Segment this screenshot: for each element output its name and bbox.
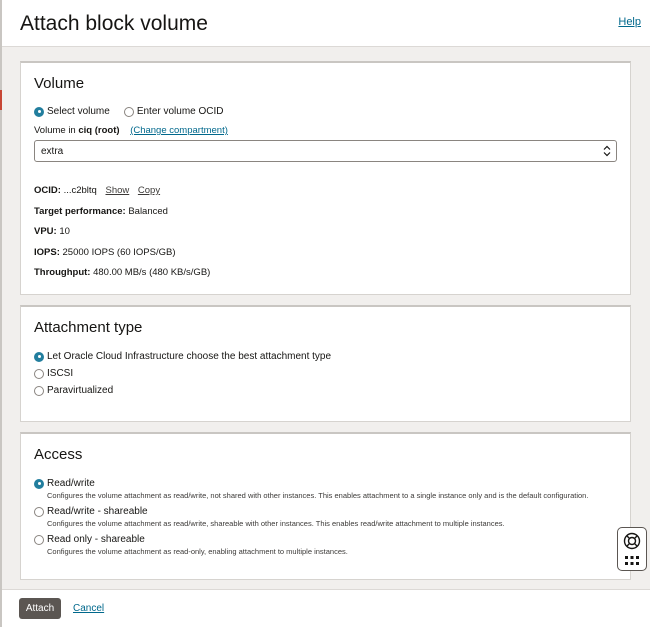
ocid-row: OCID: ...c2bltq Show Copy — [34, 185, 160, 196]
access-title: Access — [34, 446, 83, 463]
compartment-line: Volume in ciq (root) (Change compartment… — [34, 125, 228, 136]
radio-access-read-only-shareable-label: Read only - shareable — [47, 534, 145, 545]
radio-attachment-paravirtualized-label: Paravirtualized — [47, 385, 114, 396]
volume-select[interactable]: extra — [34, 140, 617, 162]
volume-section: Volume Select volume Enter volume OCID V… — [20, 61, 631, 295]
ocid-show-link[interactable]: Show — [105, 185, 129, 196]
help-widget[interactable] — [617, 527, 647, 571]
radio-access-read-write-shareable-label: Read/write - shareable — [47, 506, 148, 517]
grid-dots-icon — [625, 556, 639, 565]
vpu-row: VPU: 10 — [34, 226, 70, 237]
attachment-type-section: Attachment type Let Oracle Cloud Infrast… — [20, 305, 631, 422]
cancel-link[interactable]: Cancel — [73, 603, 104, 614]
panel-header: Attach block volume Help — [2, 0, 650, 47]
access-read-write-description: Configures the volume attachment as read… — [47, 491, 589, 500]
target-performance-value: Balanced — [128, 206, 168, 217]
radio-access-read-write[interactable]: Read/write — [34, 478, 95, 489]
radio-enter-volume-ocid-label: Enter volume OCID — [136, 106, 224, 117]
attach-button[interactable]: Attach — [19, 598, 61, 619]
vpu-label: VPU: — [34, 226, 57, 237]
access-section: Access Read/write Configures the volume … — [20, 432, 631, 580]
compartment-name: ciq (root) — [78, 125, 120, 136]
chevron-up-down-icon — [603, 145, 611, 157]
radio-access-read-write-label: Read/write — [47, 478, 95, 489]
radio-access-read-write-shareable-indicator[interactable] — [34, 506, 44, 517]
help-link[interactable]: Help — [618, 16, 641, 28]
radio-access-read-only-shareable-indicator[interactable] — [34, 534, 44, 545]
radio-attachment-iscsi[interactable]: ISCSI — [34, 368, 73, 379]
radio-access-read-write-indicator[interactable] — [34, 478, 44, 489]
radio-select-volume-label: Select volume — [47, 106, 110, 117]
throughput-value: 480.00 MB/s (480 KB/s/GB) — [93, 267, 211, 278]
radio-attachment-auto-indicator[interactable] — [34, 351, 44, 362]
radio-attachment-auto-label: Let Oracle Cloud Infrastructure choose t… — [47, 351, 332, 362]
panel-footer: Attach Cancel — [2, 589, 650, 627]
iops-label: IOPS: — [34, 247, 60, 258]
iops-row: IOPS: 25000 IOPS (60 IOPS/GB) — [34, 247, 176, 258]
target-performance-label: Target performance: — [34, 206, 126, 217]
radio-attachment-iscsi-indicator[interactable] — [34, 368, 44, 379]
throughput-row: Throughput: 480.00 MB/s (480 KB/s/GB) — [34, 267, 210, 278]
radio-access-read-write-shareable[interactable]: Read/write - shareable — [34, 506, 148, 517]
lifebuoy-icon — [623, 532, 641, 565]
radio-enter-volume-ocid-indicator[interactable] — [123, 106, 134, 117]
radio-attachment-paravirtualized-indicator[interactable] — [34, 385, 44, 396]
ocid-label: OCID: — [34, 185, 61, 196]
volume-section-title: Volume — [34, 75, 85, 92]
radio-attachment-paravirtualized[interactable]: Paravirtualized — [34, 385, 113, 396]
vpu-value: 10 — [59, 226, 70, 237]
ocid-copy-link[interactable]: Copy — [138, 185, 160, 196]
iops-value: 25000 IOPS (60 IOPS/GB) — [62, 247, 176, 258]
panel-content[interactable]: Volume Select volume Enter volume OCID V… — [2, 47, 650, 589]
radio-attachment-auto[interactable]: Let Oracle Cloud Infrastructure choose t… — [34, 351, 331, 362]
access-read-write-shareable-description: Configures the volume attachment as read… — [47, 519, 505, 528]
radio-select-volume-indicator[interactable] — [34, 106, 44, 117]
compartment-prefix: Volume in — [34, 125, 76, 136]
target-performance-row: Target performance: Balanced — [34, 206, 168, 217]
ocid-value: ...c2bltq — [63, 185, 97, 196]
access-read-only-shareable-description: Configures the volume attachment as read… — [47, 547, 348, 556]
radio-select-volume[interactable]: Select volume — [34, 106, 110, 117]
volume-select-value: extra — [41, 146, 64, 157]
page-title: Attach block volume — [20, 12, 208, 35]
throughput-label: Throughput: — [34, 267, 91, 278]
volume-source-radio-group: Select volume Enter volume OCID — [34, 106, 224, 117]
radio-attachment-iscsi-label: ISCSI — [47, 368, 74, 379]
radio-access-read-only-shareable[interactable]: Read only - shareable — [34, 534, 145, 545]
attachment-type-title: Attachment type — [34, 319, 143, 336]
radio-enter-volume-ocid[interactable]: Enter volume OCID — [123, 106, 224, 117]
change-compartment-link[interactable]: (Change compartment) — [130, 125, 228, 136]
